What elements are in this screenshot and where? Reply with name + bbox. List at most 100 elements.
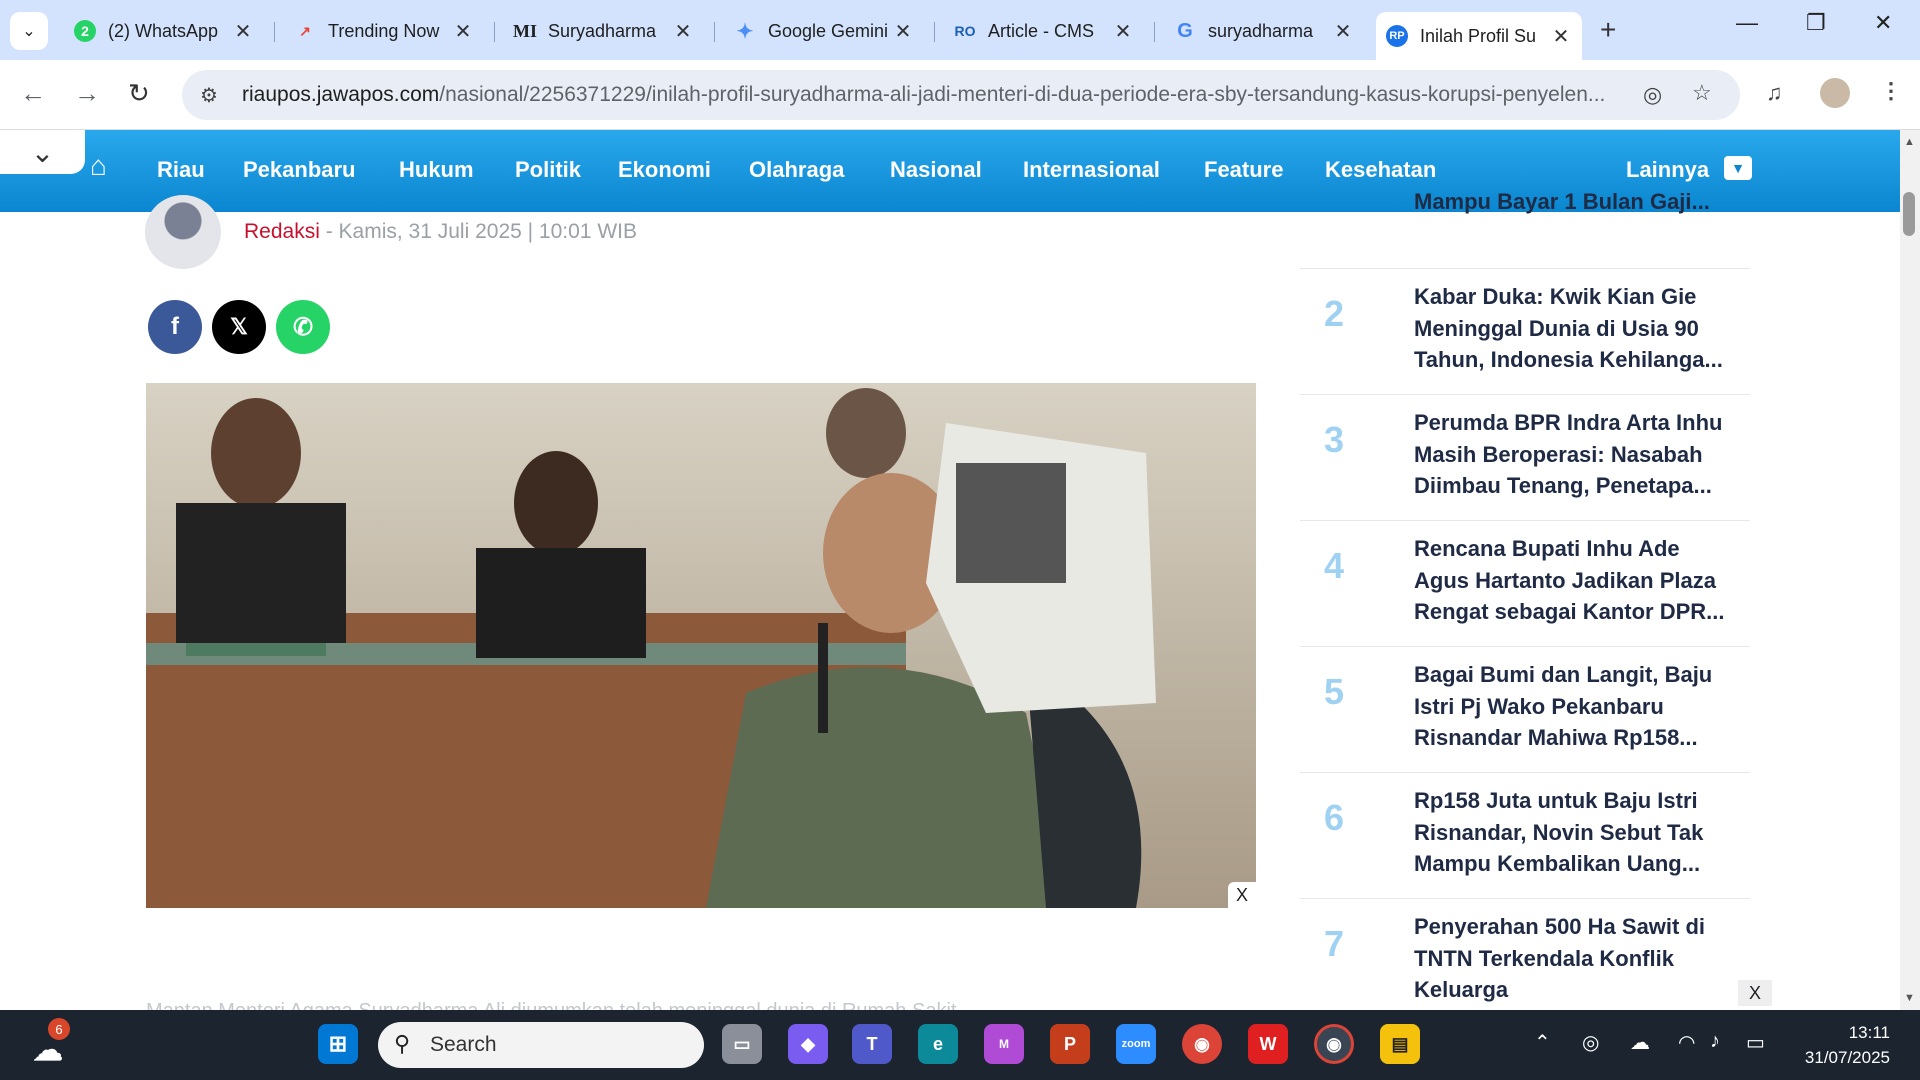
tab-google-search[interactable]: G suryadharma ✕ bbox=[1164, 12, 1364, 50]
window-close-icon[interactable]: ✕ bbox=[1874, 10, 1892, 36]
tab-whatsapp[interactable]: 2 (2) WhatsApp ✕ bbox=[64, 12, 264, 50]
tab-title: Google Gemini bbox=[768, 20, 889, 41]
back-icon[interactable]: ← bbox=[20, 78, 46, 109]
clock-time: 13:11 bbox=[1848, 1023, 1890, 1042]
facebook-share-button[interactable]: f bbox=[148, 300, 202, 354]
sidebar-ad-close-button[interactable]: X bbox=[1738, 980, 1772, 1006]
nav-internasional[interactable]: Internasional bbox=[1023, 157, 1160, 183]
close-icon[interactable]: ✕ bbox=[1550, 24, 1572, 49]
task-view-icon[interactable]: ▭ bbox=[722, 1024, 762, 1064]
close-icon[interactable]: ✕ bbox=[452, 19, 474, 44]
minimize-icon[interactable]: — bbox=[1736, 10, 1758, 36]
nav-hukum[interactable]: Hukum bbox=[399, 157, 474, 183]
close-icon[interactable]: ✕ bbox=[1112, 19, 1134, 44]
nav-politik[interactable]: Politik bbox=[515, 157, 581, 183]
list-item[interactable]: 5 Bagai Bumi dan Langit, Baju Istri Pj W… bbox=[1300, 646, 1750, 772]
tab-cms[interactable]: RO Article - CMS ✕ bbox=[944, 12, 1144, 50]
sidebar-top-partial[interactable]: Mampu Bayar 1 Bulan Gaji... bbox=[1414, 186, 1734, 217]
nav-feature[interactable]: Feature bbox=[1204, 157, 1283, 183]
chrome-icon[interactable]: ◉ bbox=[1182, 1024, 1222, 1064]
page-scrollbar[interactable] bbox=[1900, 130, 1920, 1010]
x-share-button[interactable]: 𝕏 bbox=[212, 300, 266, 354]
powerpoint-icon[interactable]: P bbox=[1050, 1024, 1090, 1064]
rank-number: 2 bbox=[1324, 293, 1345, 334]
list-item[interactable]: 3 Perumda BPR Indra Arta Inhu Masih Bero… bbox=[1300, 394, 1750, 520]
menu-kebab-icon[interactable]: ⋮ bbox=[1880, 78, 1902, 104]
photo-close-button[interactable]: X bbox=[1228, 882, 1256, 908]
eye-off-icon[interactable]: ◎ bbox=[1643, 82, 1662, 108]
onedrive-icon[interactable]: ☁ bbox=[1630, 1030, 1650, 1055]
scroll-down-icon[interactable]: ▼ bbox=[1904, 992, 1915, 1004]
edge-icon[interactable]: e bbox=[918, 1024, 958, 1064]
system-clock[interactable]: 13:11 31/07/2025 bbox=[1790, 1020, 1890, 1070]
tab-riaupos-active[interactable]: RP Inilah Profil Su ✕ bbox=[1376, 12, 1582, 60]
teams-icon[interactable]: T bbox=[852, 1024, 892, 1064]
list-item[interactable]: 7 Penyerahan 500 Ha Sawit di TNTN Terken… bbox=[1300, 898, 1750, 1010]
tab-title: Trending Now bbox=[328, 20, 440, 41]
reload-icon[interactable]: ↻ bbox=[128, 78, 150, 109]
author-link[interactable]: Redaksi bbox=[244, 220, 320, 243]
media-control-icon[interactable]: ♫ bbox=[1766, 80, 1783, 106]
close-icon[interactable]: ✕ bbox=[1332, 19, 1354, 44]
tab-title: Suryadharma bbox=[548, 20, 657, 41]
wifi-icon[interactable]: ◠ bbox=[1678, 1030, 1695, 1055]
rank-title[interactable]: Penyerahan 500 Ha Sawit di TNTN Terkenda… bbox=[1414, 911, 1736, 1006]
riaupos-icon: RP bbox=[1386, 25, 1408, 47]
url-domain: riaupos.jawapos.com bbox=[242, 83, 440, 106]
m365-icon[interactable]: M bbox=[984, 1024, 1024, 1064]
nav-nasional[interactable]: Nasional bbox=[890, 157, 982, 183]
windows-start-icon[interactable]: ⊞ bbox=[318, 1024, 358, 1064]
address-bar[interactable]: ⚙ riaupos.jawapos.com/nasional/225637122… bbox=[182, 70, 1740, 120]
bookmark-star-icon[interactable]: ☆ bbox=[1692, 80, 1712, 106]
close-icon[interactable]: ✕ bbox=[232, 19, 254, 44]
home-icon[interactable]: ⌂ bbox=[90, 150, 107, 182]
rank-title[interactable]: Kabar Duka: Kwik Kian Gie Meninggal Duni… bbox=[1414, 281, 1736, 376]
dropdown-caret-icon[interactable]: ▼ bbox=[1724, 156, 1752, 180]
rank-title[interactable]: Bagai Bumi dan Langit, Baju Istri Pj Wak… bbox=[1414, 659, 1736, 754]
facebook-icon: f bbox=[171, 313, 179, 340]
chrome-profile-icon[interactable]: ◉ bbox=[1314, 1024, 1354, 1064]
wps-icon[interactable]: W bbox=[1248, 1024, 1288, 1064]
tab-trending[interactable]: ↗ Trending Now ✕ bbox=[284, 12, 484, 50]
rank-title[interactable]: Rp158 Juta untuk Baju Istri Risnandar, N… bbox=[1414, 785, 1736, 880]
chevron-down-icon: ⌄ bbox=[30, 136, 55, 168]
list-item[interactable]: 2 Kabar Duka: Kwik Kian Gie Meninggal Du… bbox=[1300, 268, 1750, 394]
site-info-icon[interactable]: ⚙ bbox=[200, 83, 218, 108]
meet-now-icon[interactable]: ◎ bbox=[1582, 1030, 1599, 1055]
profile-avatar[interactable] bbox=[1820, 78, 1850, 108]
rank-number: 5 bbox=[1324, 671, 1345, 712]
whatsapp-share-button[interactable]: ✆ bbox=[276, 300, 330, 354]
list-item[interactable]: 6 Rp158 Juta untuk Baju Istri Risnandar,… bbox=[1300, 772, 1750, 898]
copilot-icon[interactable]: ◆ bbox=[788, 1024, 828, 1064]
close-icon[interactable]: ✕ bbox=[672, 19, 694, 44]
nav-lainnya[interactable]: Lainnya bbox=[1626, 157, 1709, 183]
volume-icon[interactable]: ♪ bbox=[1710, 1030, 1720, 1053]
tab-gemini[interactable]: ✦ Google Gemini ✕ bbox=[724, 12, 924, 50]
tray-overflow-icon[interactable]: ⌃ bbox=[1534, 1030, 1551, 1055]
scroll-thumb[interactable] bbox=[1903, 192, 1915, 236]
nav-ekonomi[interactable]: Ekonomi bbox=[618, 157, 711, 183]
sticky-notes-icon[interactable]: ▤ bbox=[1380, 1024, 1420, 1064]
list-item[interactable]: 4 Rencana Bupati Inhu Ade Agus Hartanto … bbox=[1300, 520, 1750, 646]
zoom-icon[interactable]: zoom bbox=[1116, 1024, 1156, 1064]
x-icon: 𝕏 bbox=[230, 314, 248, 339]
tab-search-button[interactable]: ⌄ bbox=[10, 12, 48, 50]
search-label: Search bbox=[430, 1033, 497, 1056]
close-icon[interactable]: ✕ bbox=[892, 19, 914, 44]
battery-icon[interactable]: ▭ bbox=[1746, 1030, 1765, 1055]
weather-badge: 6 bbox=[48, 1018, 70, 1040]
tab-suryadharma-mi[interactable]: MI Suryadharma ✕ bbox=[504, 12, 704, 50]
url-path: /nasional/2256371229/inilah-profil-surya… bbox=[439, 83, 1606, 106]
new-tab-button[interactable]: + bbox=[1600, 14, 1616, 46]
nav-pekanbaru[interactable]: Pekanbaru bbox=[243, 157, 356, 183]
nav-kesehatan[interactable]: Kesehatan bbox=[1325, 157, 1436, 183]
scroll-up-icon[interactable]: ▲ bbox=[1904, 136, 1915, 148]
taskbar-search-box[interactable]: ⚲ Search bbox=[378, 1022, 704, 1068]
restore-icon[interactable]: ❐ bbox=[1806, 10, 1826, 36]
rank-title[interactable]: Rencana Bupati Inhu Ade Agus Hartanto Ja… bbox=[1414, 533, 1736, 628]
collapse-button[interactable]: ⌄ bbox=[0, 130, 85, 174]
forward-icon[interactable]: → bbox=[74, 78, 100, 109]
rank-title[interactable]: Perumda BPR Indra Arta Inhu Masih Berope… bbox=[1414, 407, 1736, 502]
nav-riau[interactable]: Riau bbox=[157, 157, 205, 183]
nav-olahraga[interactable]: Olahraga bbox=[749, 157, 844, 183]
